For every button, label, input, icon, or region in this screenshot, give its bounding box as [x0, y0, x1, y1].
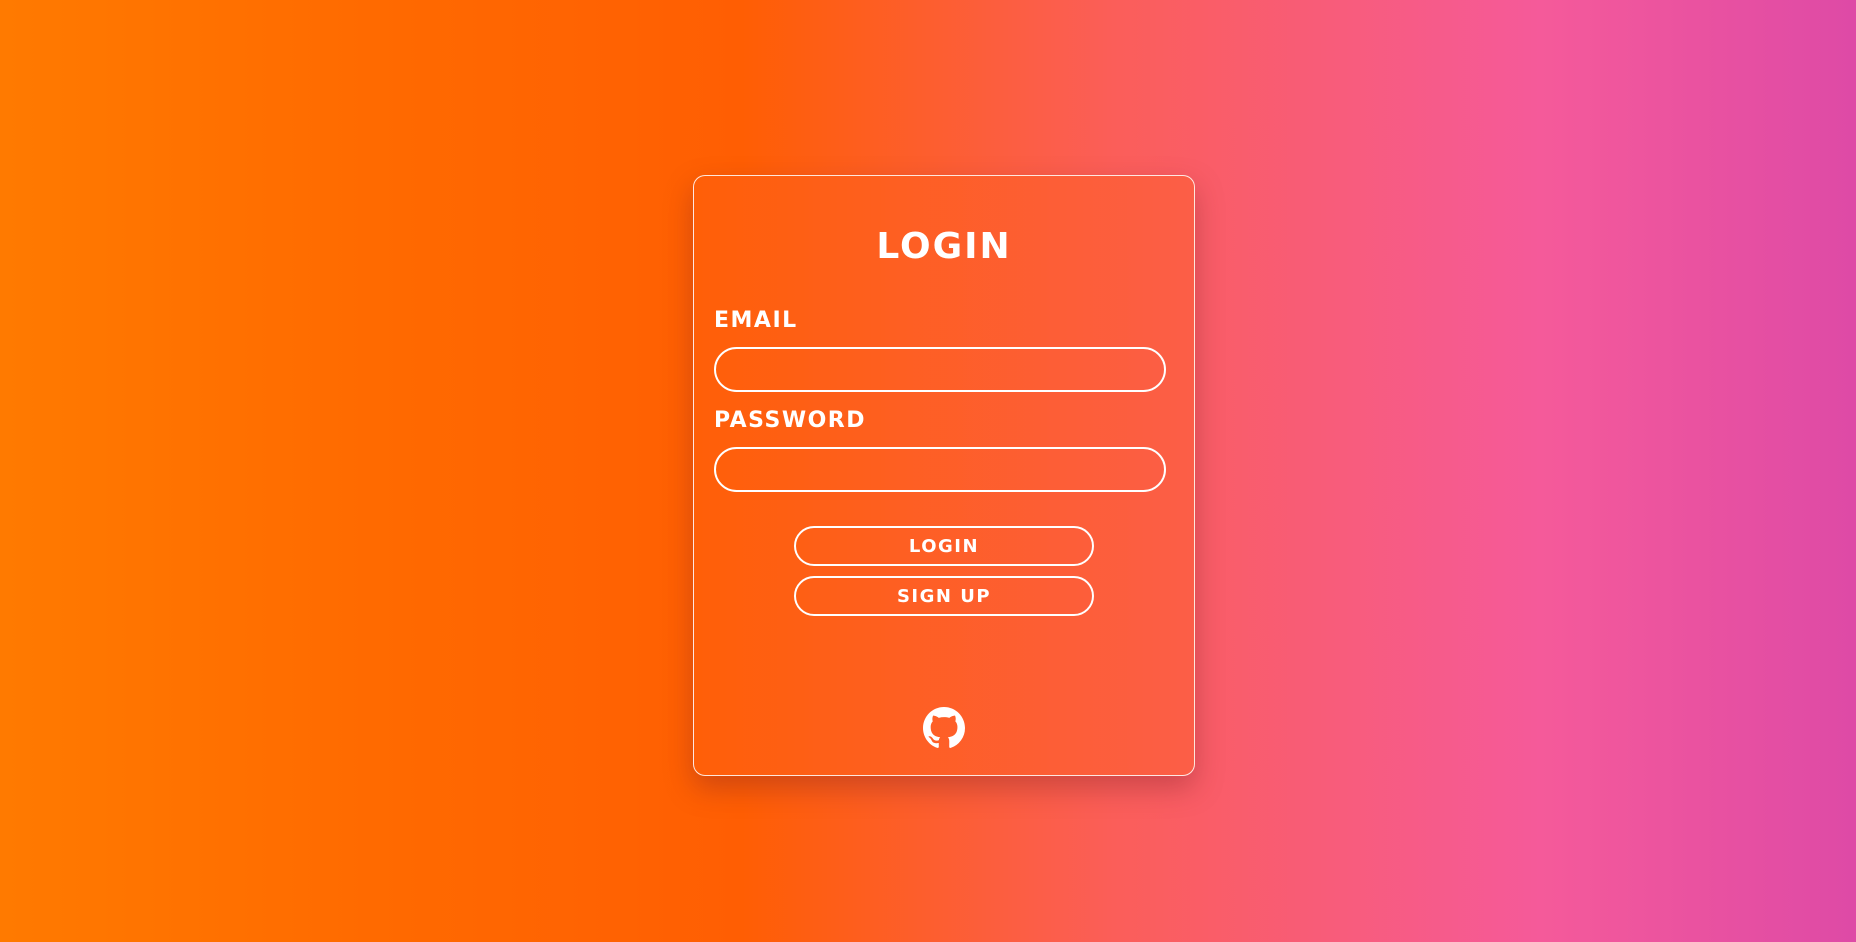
password-label: Password: [714, 408, 867, 433]
login-button[interactable]: Login: [794, 526, 1094, 566]
github-icon[interactable]: [923, 707, 965, 749]
email-label: Email: [714, 308, 798, 333]
login-card: Login Email Password Login Sign up: [693, 175, 1195, 776]
email-input[interactable]: [714, 347, 1166, 392]
signup-button[interactable]: Sign up: [794, 576, 1094, 616]
password-input[interactable]: [714, 447, 1166, 492]
login-title: Login: [876, 226, 1012, 267]
